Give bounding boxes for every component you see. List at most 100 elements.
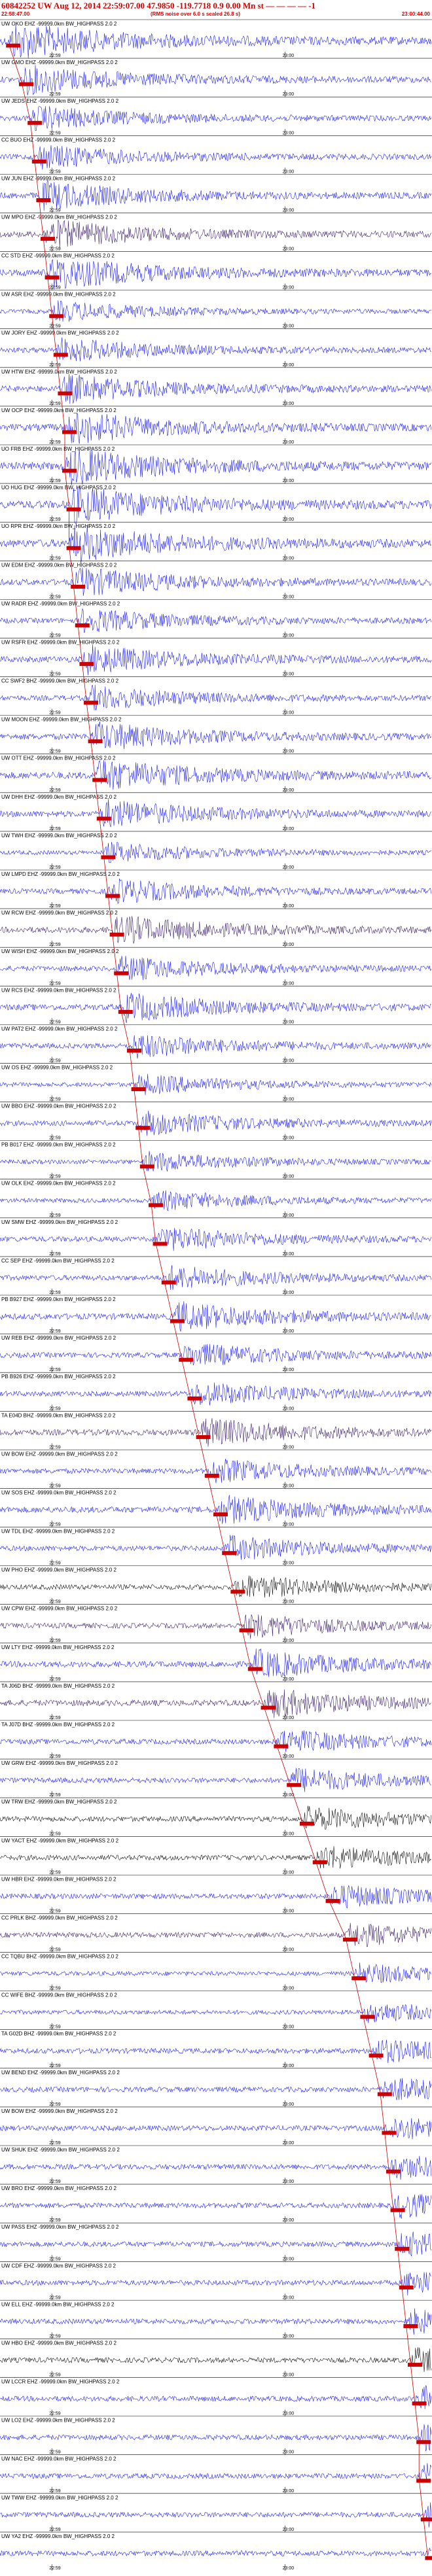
time-tick-label: 23:00 (283, 827, 295, 831)
pick-marker (408, 2363, 422, 2367)
time-tick-label: 22:59 (49, 1754, 61, 1759)
time-tick-label: 22:59 (49, 1329, 61, 1334)
time-tick-label: 23:00 (283, 1716, 295, 1720)
time-tick-label: 22:59 (49, 2218, 61, 2223)
time-tick-label: 23:00 (283, 2180, 295, 2184)
channel-label: UW ELL EHZ -99999.0km BW_HIGHPASS 2.0 2 (1, 2301, 115, 2307)
channel-label: UW BOW EHZ -99999.0km BW_HIGHPASS 2.0 2 (1, 2108, 118, 2114)
time-tick-label: 22:59 (49, 2373, 61, 2378)
waveform-trace (0, 2117, 432, 2140)
waveform-trace (0, 1073, 432, 1096)
channel-label: UW TWH EHZ -99999.0km BW_HIGHPASS 2.0 2 (1, 833, 117, 839)
time-tick-label: 23:00 (283, 1754, 295, 1759)
waveform-trace (0, 2194, 432, 2219)
waveform-trace (0, 2502, 432, 2528)
channel-label: UW LCCR EHZ -99999.0km BW_HIGHPASS 2.0 2 (1, 2379, 120, 2385)
time-tick-label: 22:59 (49, 2334, 61, 2339)
channel-label: UW RADR EHZ -99999.0km BW_HIGHPASS 2.0 2 (1, 600, 120, 606)
time-tick-label: 22:59 (49, 169, 61, 174)
waveform-trace (0, 956, 432, 981)
time-tick-label: 22:59 (49, 2102, 61, 2107)
pick-marker (66, 507, 81, 512)
time-tick-label: 23:00 (283, 2102, 295, 2107)
time-tick-label: 23:00 (283, 169, 295, 174)
waveform-trace (0, 1382, 432, 1406)
pick-marker (312, 1860, 327, 1864)
pick-marker (403, 2324, 418, 2328)
time-tick-label: 23:00 (283, 981, 295, 986)
waveform-trace (0, 2078, 432, 2100)
time-tick-label: 22:59 (49, 633, 61, 638)
channel-label: TA J07D BHZ -99999.0km BW_HIGHPASS 2.0 2 (1, 1722, 115, 1728)
pick-marker (360, 2015, 375, 2019)
time-tick-label: 23:00 (283, 2257, 295, 2261)
time-tick-label: 23:00 (283, 2489, 295, 2494)
time-tick-label: 23:00 (283, 2295, 295, 2300)
time-tick-label: 23:00 (283, 2412, 295, 2416)
waveform-trace (0, 145, 432, 170)
pick-marker (114, 971, 129, 975)
pick-marker (230, 1590, 245, 1594)
channel-label: UW RCS EHZ -99999.0km BW_HIGHPASS 2.0 2 (1, 987, 117, 993)
time-tick-label: 22:59 (49, 2412, 61, 2416)
time-tick-label: 22:59 (49, 208, 61, 213)
pick-marker (105, 894, 120, 898)
time-tick-label: 23:00 (283, 633, 295, 638)
waveform-trace (0, 2004, 432, 2023)
waveform-trace (0, 644, 432, 676)
waveform-trace (0, 1575, 432, 1598)
pick-marker (96, 816, 111, 821)
channel-label: UO RPR EHZ -99999.0km BW_HIGHPASS 2.0 2 (1, 523, 116, 529)
waveform-trace (0, 525, 432, 563)
time-tick-label: 23:00 (283, 92, 295, 97)
waveform-trace (0, 684, 431, 710)
channel-label: UO FRB EHZ -99999.0km BW_HIGHPASS 2.0 2 (1, 446, 115, 452)
pick-marker (382, 2131, 397, 2135)
channel-label: UW GMO EHZ -99999.0km BW_HIGHPASS 2.0 2 (1, 60, 118, 65)
time-tick-label: 23:00 (283, 595, 295, 599)
time-tick-label: 23:00 (283, 1987, 295, 1991)
waveform-trace (0, 2231, 432, 2257)
time-tick-label: 23:00 (283, 1175, 295, 1179)
time-tick-label: 23:00 (283, 324, 295, 329)
time-tick-label: 23:00 (283, 1368, 295, 1372)
channel-label: UW RCW EHZ -99999.0km BW_HIGHPASS 2.0 2 (1, 910, 118, 916)
waveform-trace (0, 2385, 432, 2409)
channel-label: PB B927 EHZ -99999.0km BW_HIGHPASS 2.0 2 (1, 1297, 116, 1302)
waveform-trace (0, 1614, 432, 1639)
time-tick-label: 22:59 (49, 1677, 61, 1682)
time-tick-label: 22:59 (49, 1252, 61, 1257)
pick-marker (58, 391, 73, 396)
time-tick-label: 22:59 (49, 1484, 61, 1488)
channel-label: PB B017 EHZ -99999.0km BW_HIGHPASS 2.0 2 (1, 1142, 116, 1148)
time-tick-label: 23:00 (283, 479, 295, 483)
channel-label: UW JUN EHZ -99999.0km BW_HIGHPASS 2.0 2 (1, 175, 116, 181)
waveform-trace (0, 721, 432, 750)
pick-marker (196, 1435, 211, 1439)
time-tick-label: 23:00 (283, 1600, 295, 1605)
waveform-trace (0, 1151, 431, 1172)
waveform-trace (0, 219, 432, 249)
channel-label: CC SWF2 BHZ -99999.0km BW_HIGHPASS 2.0 2 (1, 678, 119, 684)
pick-marker (19, 82, 33, 86)
pick-marker (170, 1319, 185, 1323)
waveform-trace (0, 2272, 431, 2296)
channel-label: UW RSFR EHZ -99999.0km BW_HIGHPASS 2.0 2 (1, 639, 120, 645)
time-tick-label: 22:59 (49, 92, 61, 97)
waveform-trace (0, 1264, 432, 1291)
channel-label: UW OCP EHZ -99999.0km BW_HIGHPASS 2.0 2 (1, 408, 117, 413)
time-tick-label: 23:00 (283, 247, 295, 252)
time-tick-label: 22:59 (49, 943, 61, 947)
channel-label: UW MOON EHZ -99999.0km BW_HIGHPASS 2.0 2 (1, 717, 122, 723)
waveform-trace (0, 1767, 431, 1792)
channel-label: UW OLK EHZ -99999.0km BW_HIGHPASS 2.0 2 (1, 1181, 116, 1187)
waveform-trace (0, 106, 432, 131)
pick-marker (204, 1474, 219, 1478)
time-tick-label: 23:00 (283, 1484, 295, 1488)
time-tick-label: 23:00 (283, 1020, 295, 1024)
time-tick-label: 23:00 (283, 517, 295, 522)
channel-label: UO HUG EHZ -99999.0km BW_HIGHPASS 2.0 2 (1, 485, 117, 491)
time-tick-label: 22:59 (49, 1909, 61, 1913)
channel-label: UW BEND EHZ -99999.0km BW_HIGHPASS 2.0 2 (1, 2070, 120, 2076)
pick-marker (425, 2556, 432, 2560)
